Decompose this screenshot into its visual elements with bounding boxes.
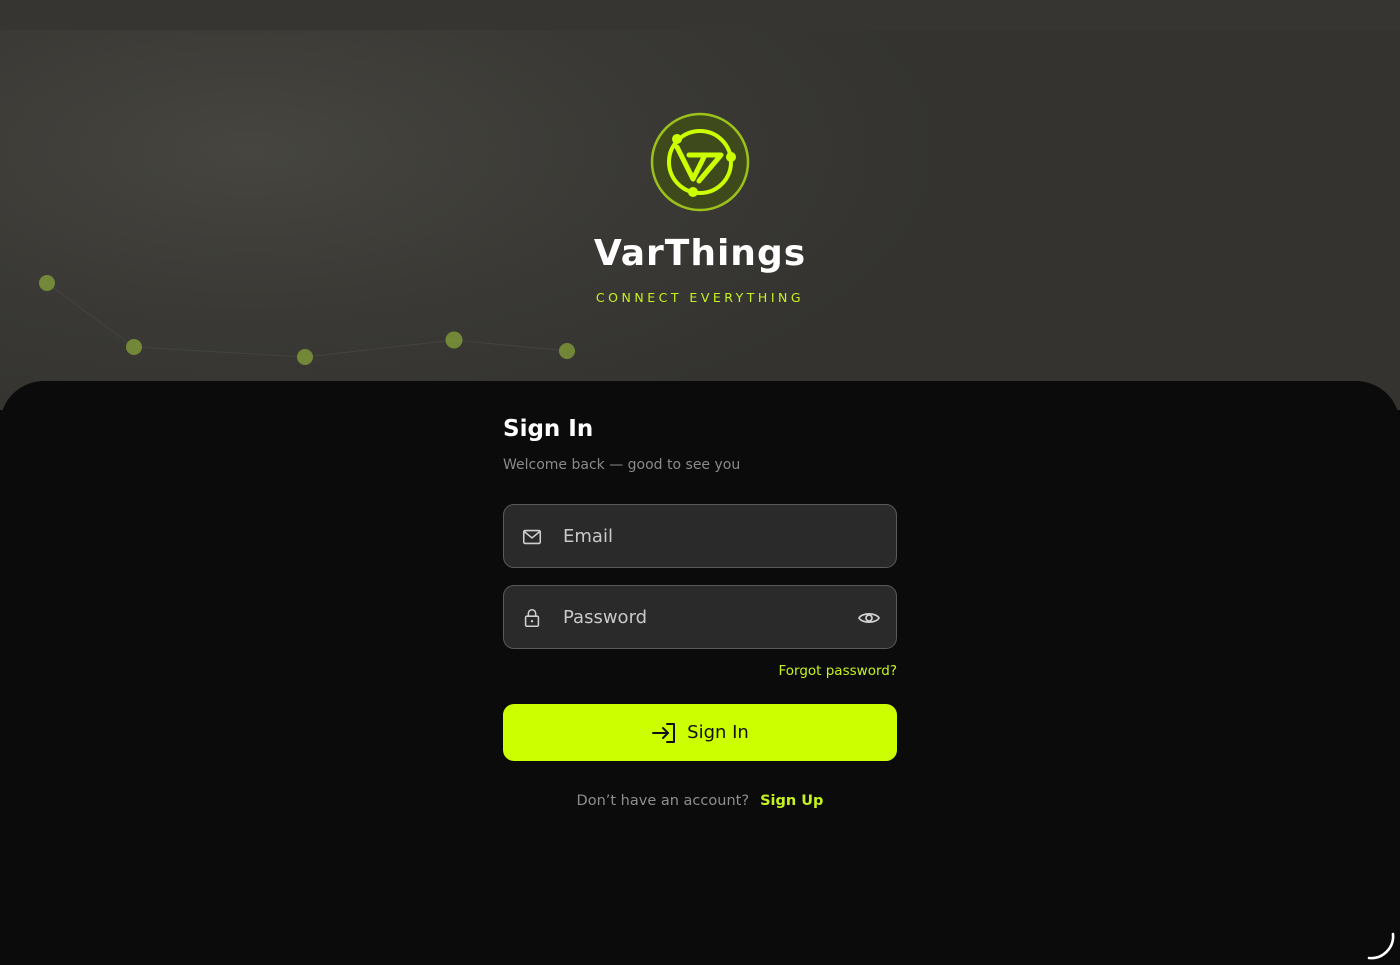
login-arrow-icon: [652, 722, 676, 743]
hero-header: VarThings CONNECT EVERYTHING: [0, 30, 1400, 410]
email-field[interactable]: [503, 504, 897, 568]
brand-tagline: CONNECT EVERYTHING: [595, 290, 805, 305]
password-input[interactable]: [563, 586, 843, 648]
signin-subtitle: Welcome back — good to see you: [503, 457, 741, 473]
signup-prompt: Don’t have an account? Sign Up: [503, 790, 897, 809]
email-input[interactable]: [563, 505, 843, 567]
password-field[interactable]: [503, 585, 897, 649]
signin-button[interactable]: Sign In: [503, 704, 897, 761]
loading-spinner-icon: [1367, 932, 1395, 960]
brand-name: VarThings: [593, 233, 807, 274]
top-bar: [0, 0, 1400, 30]
signin-sheet: Sign In Welcome back — good to see you F…: [0, 381, 1400, 965]
signup-link[interactable]: Sign Up: [760, 793, 823, 809]
signin-title: Sign In: [503, 416, 594, 442]
varthings-logo-icon: [649, 111, 751, 213]
forgot-password-link[interactable]: Forgot password?: [778, 663, 897, 679]
mail-icon: [522, 529, 542, 545]
no-account-text: Don’t have an account?: [576, 793, 750, 809]
signin-button-label: Sign In: [687, 722, 749, 743]
eye-icon[interactable]: [857, 606, 881, 630]
network-dots-decoration: [39, 275, 575, 365]
lock-icon: [524, 608, 540, 628]
